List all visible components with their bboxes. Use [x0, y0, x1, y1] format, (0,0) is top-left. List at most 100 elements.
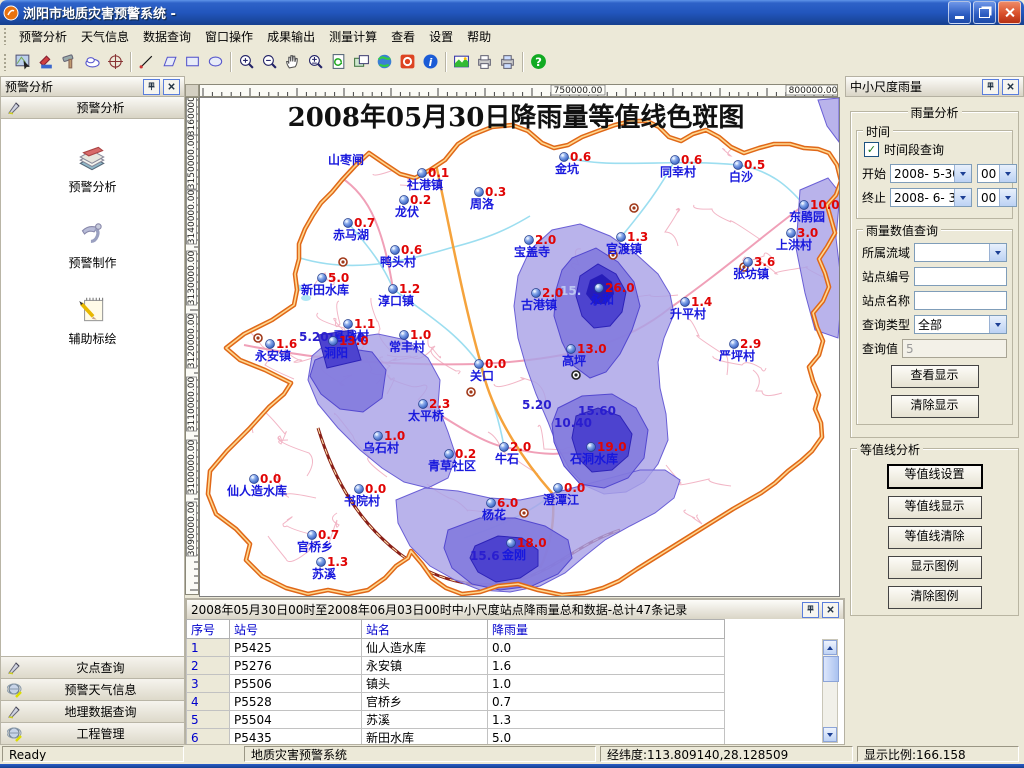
map-canvas[interactable]: 5.2010.4015.5.2015.6010.4015.6山枣闸0.1社港镇0…	[199, 97, 840, 597]
line-draw-icon[interactable]	[135, 51, 158, 73]
toolbar-drag-handle[interactable]	[3, 53, 7, 71]
start-date-select[interactable]: 2008- 5-30	[890, 164, 972, 183]
print-icon[interactable]	[473, 51, 496, 73]
table-row[interactable]: 5P5504苏溪1.3	[187, 711, 725, 729]
legend-icon[interactable]	[450, 51, 473, 73]
menu-bar: 预警分析天气信息数据查询窗口操作成果输出测量计算查看设置帮助	[0, 25, 1024, 47]
column-header[interactable]: 降雨量	[488, 620, 725, 639]
column-header[interactable]: 站号	[230, 620, 362, 639]
map-select-icon[interactable]	[12, 51, 35, 73]
info-icon[interactable]: i	[419, 51, 442, 73]
rain-analysis-label: 雨量分析	[907, 104, 961, 121]
station-name: 澄潭江	[543, 492, 579, 507]
print-preview-icon[interactable]	[496, 51, 519, 73]
paint-icon[interactable]	[35, 51, 58, 73]
refresh-icon[interactable]	[327, 51, 350, 73]
hammer-icon[interactable]	[58, 51, 81, 73]
zoom-in-icon[interactable]	[235, 51, 258, 73]
menu-item-9[interactable]: 帮助	[460, 27, 498, 47]
period-query-checkbox[interactable]: ✓	[864, 142, 879, 157]
table-row[interactable]: 4P5528官桥乡0.7	[187, 693, 725, 711]
station-code-input[interactable]	[914, 267, 1007, 286]
globe-icon[interactable]	[373, 51, 396, 73]
polygon-icon[interactable]	[158, 51, 181, 73]
nav-bar-1[interactable]: 灾点查询	[0, 657, 185, 679]
end-hour-select[interactable]: 00	[977, 188, 1017, 207]
pin-icon[interactable]	[143, 79, 160, 95]
show-display-button[interactable]: 查看显示	[891, 365, 979, 388]
table-scrollbar[interactable]	[822, 639, 838, 743]
ruler-label: 3150000.00	[187, 135, 197, 190]
query-value-input[interactable]: 5	[902, 339, 1007, 358]
menu-item-1[interactable]: 预警分析	[12, 27, 74, 47]
left-section-header[interactable]: 预警分析	[0, 97, 185, 119]
query-type-select[interactable]: 全部	[914, 315, 1007, 334]
table-row[interactable]: 1P5425仙人造水库0.0	[187, 639, 725, 657]
chevron-down-icon[interactable]	[989, 244, 1006, 261]
clear-display-button[interactable]: 清除显示	[891, 395, 979, 418]
scrollbar-thumb[interactable]	[823, 656, 839, 682]
rain-value-query-label: 雨量数值查询	[863, 222, 941, 239]
menu-item-6[interactable]: 测量计算	[322, 27, 384, 47]
copy-map-icon[interactable]	[350, 51, 373, 73]
tool-item-2[interactable]: 预警制作	[68, 217, 116, 271]
station-name-input[interactable]	[914, 291, 1007, 310]
contour-button-4[interactable]: 显示图例	[888, 556, 982, 579]
ruler-label: 3100000.00	[187, 440, 197, 495]
menu-item-7[interactable]: 查看	[384, 27, 422, 47]
table-row[interactable]: 2P5276永安镇1.6	[187, 657, 725, 675]
pan-icon[interactable]	[281, 51, 304, 73]
cloud-icon[interactable]	[81, 51, 104, 73]
station-name: 宝盖寺	[514, 244, 550, 259]
chevron-down-icon[interactable]	[954, 189, 971, 206]
table-row[interactable]: 3P5506镇头1.0	[187, 675, 725, 693]
contour-button-1[interactable]: 等值线设置	[887, 464, 983, 489]
menu-drag-handle[interactable]	[3, 27, 7, 45]
close-icon[interactable]	[1002, 79, 1019, 95]
table-header-row[interactable]: 序号站号站名降雨量	[187, 620, 725, 639]
tool-item-label: 预警制作	[68, 254, 116, 271]
scroll-down-icon[interactable]	[823, 727, 837, 742]
bottom-data-panel: 2008年05月30日00时至2008年06月03日00时中小尺度站点降雨量总和…	[185, 598, 845, 745]
chevron-down-icon[interactable]	[954, 165, 971, 182]
menu-item-3[interactable]: 数据查询	[136, 27, 198, 47]
menu-item-5[interactable]: 成果输出	[260, 27, 322, 47]
nav-bar-4[interactable]: 工程管理	[0, 723, 185, 745]
stop-icon[interactable]	[396, 51, 419, 73]
station-name: 白沙	[729, 169, 753, 184]
crosshair-icon[interactable]	[104, 51, 127, 73]
restore-button[interactable]	[973, 1, 996, 24]
menu-item-8[interactable]: 设置	[422, 27, 460, 47]
close-icon[interactable]	[163, 79, 180, 95]
tool-item-1[interactable]: 预警分析	[68, 141, 116, 195]
contour-button-2[interactable]: 等值线显示	[888, 496, 982, 519]
tool-item-3[interactable]: 辅助标绘	[68, 293, 116, 347]
zoom-out-icon[interactable]	[258, 51, 281, 73]
contour-button-5[interactable]: 清除图例	[888, 586, 982, 609]
chevron-down-icon[interactable]	[989, 316, 1006, 333]
contour-button-3[interactable]: 等值线清除	[888, 526, 982, 549]
close-icon[interactable]	[822, 602, 839, 618]
menu-item-4[interactable]: 窗口操作	[198, 27, 260, 47]
end-date-select[interactable]: 2008- 6- 3	[890, 188, 972, 207]
pin-icon[interactable]	[982, 79, 999, 95]
help-icon[interactable]: ?	[527, 51, 550, 73]
zoom-center-icon[interactable]	[304, 51, 327, 73]
nav-bar-3[interactable]: 地理数据查询	[0, 701, 185, 723]
basin-select[interactable]	[914, 243, 1007, 262]
menu-item-2[interactable]: 天气信息	[74, 27, 136, 47]
pin-icon[interactable]	[802, 602, 819, 618]
table-row[interactable]: 6P5435新田水库5.0	[187, 729, 725, 745]
minimize-button[interactable]	[948, 1, 971, 24]
chevron-down-icon[interactable]	[999, 189, 1016, 206]
column-header[interactable]: 站名	[362, 620, 488, 639]
chevron-down-icon[interactable]	[999, 165, 1016, 182]
start-hour-select[interactable]: 00	[977, 164, 1017, 183]
rectangle-icon[interactable]	[181, 51, 204, 73]
scroll-up-icon[interactable]	[823, 640, 837, 655]
close-button[interactable]	[998, 1, 1021, 24]
ellipse-icon[interactable]	[204, 51, 227, 73]
nav-bar-2[interactable]: 预警天气信息	[0, 679, 185, 701]
column-header[interactable]: 序号	[187, 620, 230, 639]
table-cell: P5425	[230, 639, 362, 657]
